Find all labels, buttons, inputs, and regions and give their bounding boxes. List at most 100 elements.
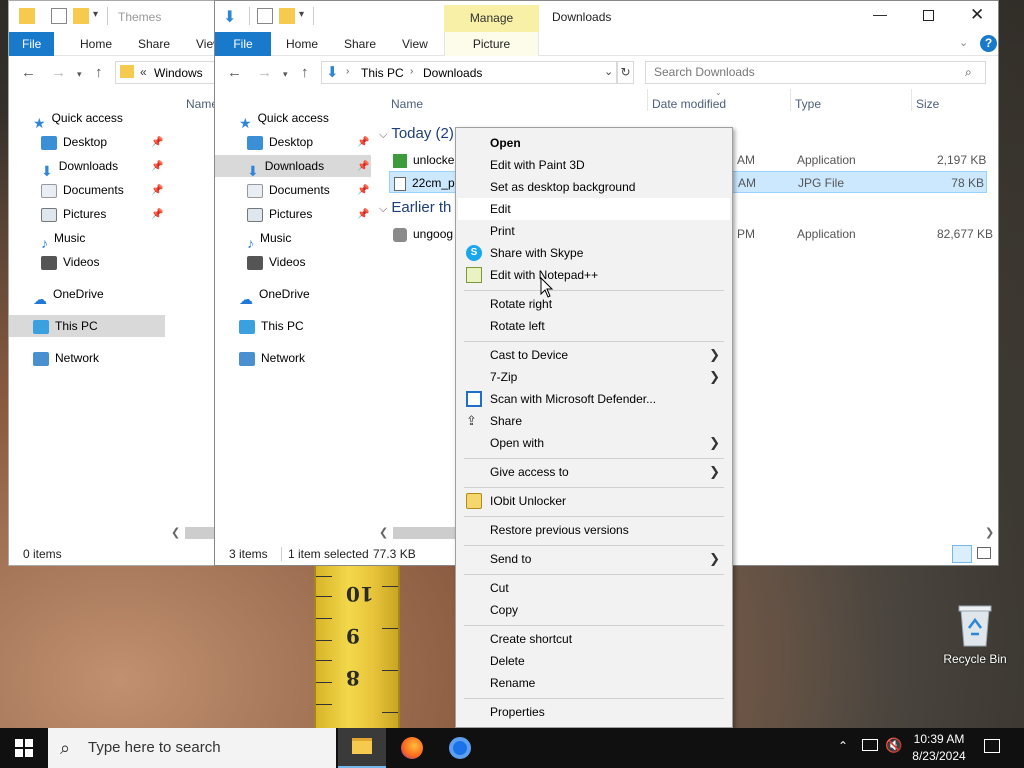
nav-network[interactable]: Network — [239, 347, 305, 369]
start-button[interactable] — [0, 728, 48, 768]
scroll-left-icon[interactable]: ❮ — [379, 526, 388, 539]
menu-item-share-skype[interactable]: S Share with Skype — [458, 242, 730, 264]
group-header-earlier[interactable]: ⌵ Earlier th — [379, 199, 451, 216]
volume-muted-icon[interactable]: 🔇 — [885, 737, 902, 754]
tab-file[interactable]: File — [9, 32, 55, 56]
scroll-right-icon[interactable]: ❯ — [985, 526, 994, 539]
nav-documents[interactable]: Documents — [247, 179, 330, 201]
menu-item-rotate-left[interactable]: Rotate left — [458, 315, 730, 337]
taskbar-search-box[interactable]: ⌕ Type here to search — [48, 728, 336, 768]
nav-music[interactable]: ♪ Music — [41, 227, 85, 251]
details-view-icon[interactable] — [952, 545, 972, 563]
menu-item-set-desktop-background[interactable]: Set as desktop background — [458, 176, 730, 198]
tab-file[interactable]: File — [215, 32, 271, 56]
nav-music[interactable]: ♪ Music — [247, 227, 291, 251]
nav-quick-access[interactable]: ★ Quick access — [239, 107, 329, 131]
downloads-titlebar[interactable]: ⬇ ▾ Manage Downloads — ✕ — [215, 1, 998, 32]
tray-date[interactable]: 8/23/2024 — [908, 749, 970, 763]
nav-onedrive[interactable]: ☁ OneDrive — [33, 283, 104, 307]
recycle-bin[interactable]: Recycle Bin — [935, 600, 1015, 670]
chevron-right-icon[interactable]: › — [410, 66, 413, 77]
tab-home[interactable]: Home — [67, 32, 125, 56]
back-arrow-icon[interactable]: ← — [227, 64, 242, 81]
nav-this-pc[interactable]: This PC — [239, 315, 304, 337]
nav-desktop[interactable]: Desktop — [41, 131, 107, 153]
up-arrow-icon[interactable]: ↑ — [95, 64, 103, 81]
tab-share[interactable]: Share — [331, 32, 389, 56]
new-folder-icon[interactable] — [73, 8, 89, 24]
menu-item-rename[interactable]: Rename — [458, 672, 730, 694]
maximize-icon[interactable] — [923, 10, 934, 21]
recent-chevron-icon[interactable]: ▾ — [77, 69, 82, 80]
refresh-icon[interactable]: ↻ — [617, 61, 634, 84]
column-header-date[interactable]: Date modified — [652, 97, 726, 111]
recent-chevron-icon[interactable]: ▾ — [283, 69, 288, 80]
tab-view[interactable]: View — [183, 32, 217, 56]
menu-item-copy[interactable]: Copy — [458, 599, 730, 621]
taskbar-firefox[interactable] — [388, 728, 436, 768]
menu-item-open[interactable]: Open — [458, 132, 730, 154]
menu-item-7zip[interactable]: 7-Zip ❯ — [458, 366, 730, 388]
menu-item-give-access[interactable]: Give access to ❯ — [458, 461, 730, 483]
tray-time[interactable]: 10:39 AM — [908, 732, 970, 746]
nav-downloads[interactable]: ⬇ Downloads — [215, 155, 371, 179]
notifications-icon[interactable] — [984, 739, 1000, 753]
menu-item-edit[interactable]: Edit — [458, 198, 730, 220]
tray-chevron-up-icon[interactable]: ⌃ — [838, 739, 848, 753]
nav-documents[interactable]: Documents — [41, 179, 124, 201]
chevron-down-icon[interactable]: ▾ — [299, 9, 304, 20]
menu-item-create-shortcut[interactable]: Create shortcut — [458, 628, 730, 650]
minimize-icon[interactable]: — — [873, 6, 887, 22]
back-titlebar[interactable]: ▾ Themes — [9, 1, 217, 32]
group-header-today[interactable]: ⌵ Today (2) — [379, 125, 454, 142]
chevron-down-icon[interactable]: ▾ — [93, 9, 98, 20]
menu-item-share[interactable]: ⇪ Share — [458, 410, 730, 432]
nav-videos[interactable]: Videos — [247, 251, 305, 273]
close-icon[interactable]: ✕ — [970, 5, 984, 25]
back-arrow-icon[interactable]: ← — [21, 64, 36, 81]
properties-icon[interactable] — [51, 8, 67, 24]
menu-item-rotate-right[interactable]: Rotate right — [458, 293, 730, 315]
menu-item-edit-notepadpp[interactable]: Edit with Notepad++ — [458, 264, 730, 286]
menu-item-edit-paint3d[interactable]: Edit with Paint 3D — [458, 154, 730, 176]
breadcrumb-downloads[interactable]: Downloads — [423, 66, 482, 80]
network-icon[interactable] — [862, 739, 878, 751]
properties-icon[interactable] — [257, 8, 273, 24]
tab-picture-tools[interactable]: Picture Tools — [444, 32, 539, 75]
column-header-type[interactable]: Type — [795, 97, 821, 111]
up-arrow-icon[interactable]: ↑ — [301, 64, 309, 81]
address-dropdown-icon[interactable]: ⌄ — [604, 65, 613, 78]
menu-item-print[interactable]: Print — [458, 220, 730, 242]
forward-arrow-icon[interactable]: → — [51, 64, 66, 81]
menu-item-properties[interactable]: Properties — [458, 701, 730, 723]
nav-this-pc[interactable]: This PC — [9, 315, 165, 337]
menu-item-cut[interactable]: Cut — [458, 577, 730, 599]
address-bar[interactable]: « Windows — [115, 61, 217, 84]
help-icon[interactable]: ? — [980, 35, 997, 52]
large-icons-view-icon[interactable] — [977, 547, 991, 559]
taskbar-file-explorer[interactable] — [338, 728, 386, 768]
nav-quick-access[interactable]: ★ Quick access — [33, 107, 123, 131]
tab-share[interactable]: Share — [125, 32, 183, 56]
address-bar[interactable]: ⬇ › This PC › Downloads ⌄ — [321, 61, 617, 84]
ribbon-expand-icon[interactable]: ⌄ — [959, 36, 968, 49]
menu-item-iobit-unlocker[interactable]: IObit Unlocker — [458, 490, 730, 512]
menu-item-cast-to-device[interactable]: Cast to Device ❯ — [458, 344, 730, 366]
search-icon[interactable]: ⌕ — [965, 65, 972, 80]
nav-desktop[interactable]: Desktop — [247, 131, 313, 153]
search-input[interactable]: Search Downloads — [645, 61, 986, 84]
tab-home[interactable]: Home — [273, 32, 331, 56]
tab-view[interactable]: View — [389, 32, 441, 56]
nav-network[interactable]: Network — [33, 347, 99, 369]
nav-downloads[interactable]: ⬇ Downloads — [41, 155, 118, 179]
manage-context-tab[interactable]: Manage — [444, 5, 539, 32]
column-header-name[interactable]: Name — [391, 97, 423, 111]
menu-item-restore-versions[interactable]: Restore previous versions — [458, 519, 730, 541]
chevron-right-icon[interactable]: › — [346, 66, 349, 77]
column-header-size[interactable]: Size — [916, 97, 939, 111]
nav-onedrive[interactable]: ☁ OneDrive — [239, 283, 310, 307]
forward-arrow-icon[interactable]: → — [257, 64, 272, 81]
scroll-left-icon[interactable]: ❮ — [171, 526, 180, 539]
breadcrumb-overflow[interactable]: « — [140, 65, 147, 79]
menu-item-delete[interactable]: Delete — [458, 650, 730, 672]
